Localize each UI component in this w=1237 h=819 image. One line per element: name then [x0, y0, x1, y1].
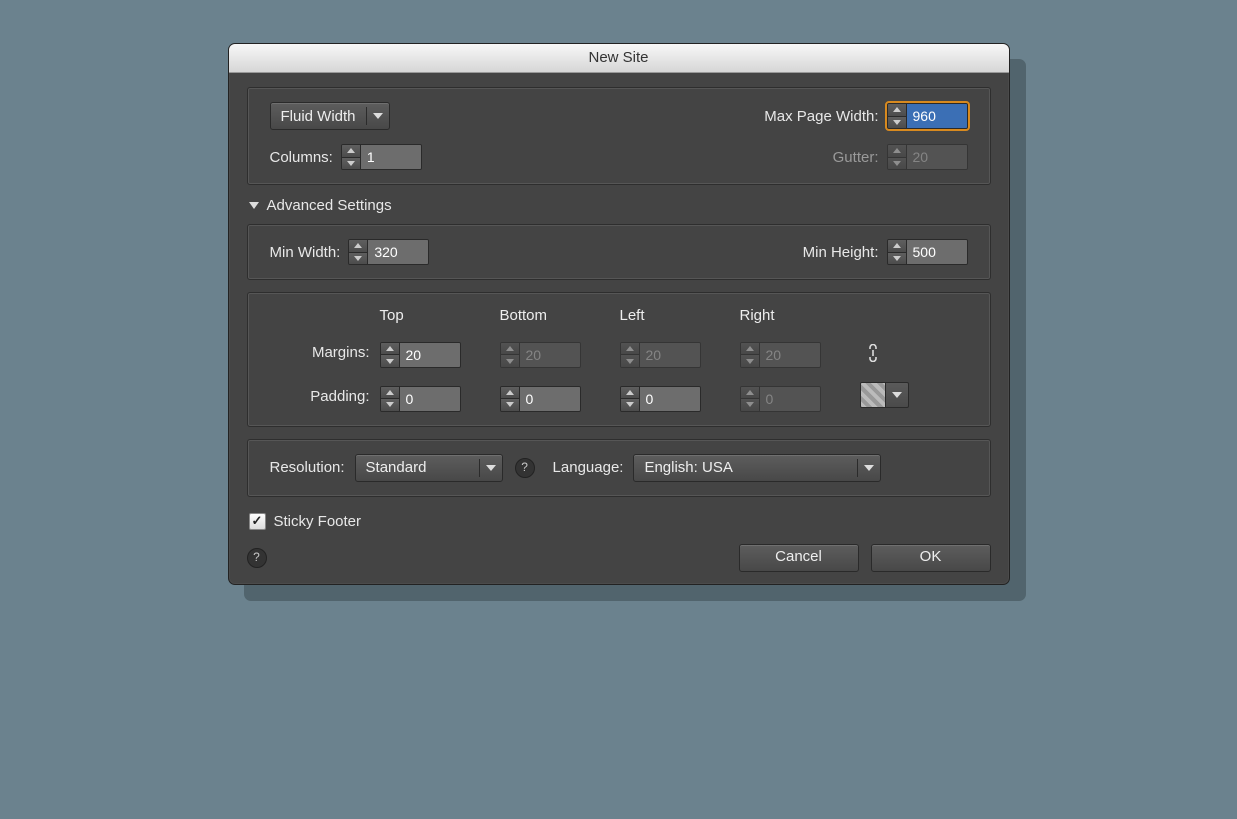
stepper-up-icon: [621, 343, 639, 355]
language-value: English: USA: [644, 459, 732, 476]
stepper-up-icon: [501, 343, 519, 355]
advanced-panel: Min Width: Min Height:: [247, 224, 991, 280]
ok-button[interactable]: OK: [871, 544, 991, 572]
new-site-dialog: New Site Fluid Width Max Page Width:: [228, 43, 1010, 585]
stepper-up-icon[interactable]: [888, 240, 906, 252]
stepper-up-icon: [741, 343, 759, 355]
min-width-input[interactable]: [368, 240, 428, 264]
padding-right-stepper: [740, 386, 821, 412]
padding-bottom-stepper[interactable]: [500, 386, 581, 412]
col-right: Right: [740, 307, 860, 324]
layout-panel: Fluid Width Max Page Width: Columns:: [247, 87, 991, 185]
divider: [479, 459, 480, 477]
padding-label: Padding:: [270, 388, 380, 405]
chevron-down-icon: [486, 465, 496, 471]
max-page-width-input[interactable]: [907, 104, 967, 128]
stepper-down-icon[interactable]: [501, 398, 519, 411]
stepper-down-icon: [621, 354, 639, 367]
advanced-settings-toggle[interactable]: Advanced Settings: [249, 197, 991, 214]
col-top: Top: [380, 307, 500, 324]
padding-top-stepper[interactable]: [380, 386, 461, 412]
col-bottom: Bottom: [500, 307, 620, 324]
dialog-help-icon[interactable]: ?: [247, 548, 267, 568]
width-mode-dropdown[interactable]: Fluid Width: [270, 102, 390, 130]
divider: [366, 107, 367, 125]
margin-right-stepper: [740, 342, 821, 368]
stepper-up-icon[interactable]: [621, 387, 639, 399]
min-height-input[interactable]: [907, 240, 967, 264]
chevron-down-icon: [373, 113, 383, 119]
sticky-footer-label: Sticky Footer: [274, 513, 362, 530]
margin-bottom-input: [520, 343, 580, 367]
stepper-up-icon: [741, 387, 759, 399]
stepper-down-icon[interactable]: [381, 354, 399, 367]
col-left: Left: [620, 307, 740, 324]
sticky-footer-checkbox[interactable]: ✓ Sticky Footer: [249, 513, 362, 530]
stepper-up-icon[interactable]: [349, 240, 367, 252]
divider: [857, 459, 858, 477]
max-page-width-stepper[interactable]: [887, 103, 968, 129]
gutter-stepper: [887, 144, 968, 170]
link-margins-icon[interactable]: [860, 340, 886, 366]
columns-stepper[interactable]: [341, 144, 422, 170]
min-height-label: Min Height:: [803, 244, 879, 261]
padding-left-stepper[interactable]: [620, 386, 701, 412]
margin-top-stepper[interactable]: [380, 342, 461, 368]
language-dropdown[interactable]: English: USA: [633, 454, 881, 482]
resolution-label: Resolution:: [270, 459, 345, 476]
margin-bottom-stepper: [500, 342, 581, 368]
padding-right-input: [760, 387, 820, 411]
columns-input[interactable]: [361, 145, 421, 169]
margins-label: Margins:: [270, 344, 380, 361]
margins-panel: Top Bottom Left Right Margins: Padding:: [247, 292, 991, 427]
gutter-label: Gutter:: [833, 149, 879, 166]
chevron-down-icon: [864, 465, 874, 471]
padding-left-input[interactable]: [640, 387, 700, 411]
stepper-up-icon[interactable]: [342, 145, 360, 157]
width-mode-value: Fluid Width: [281, 108, 356, 125]
resolution-help-icon[interactable]: ?: [515, 458, 535, 478]
padding-top-input[interactable]: [400, 387, 460, 411]
stepper-down-icon[interactable]: [888, 116, 906, 129]
min-width-stepper[interactable]: [348, 239, 429, 265]
margin-left-stepper: [620, 342, 701, 368]
chevron-down-icon: [892, 392, 902, 398]
stepper-down-icon[interactable]: [621, 398, 639, 411]
padding-bottom-input[interactable]: [520, 387, 580, 411]
stepper-down-icon[interactable]: [381, 398, 399, 411]
stepper-down-icon: [741, 398, 759, 411]
stepper-up-icon[interactable]: [501, 387, 519, 399]
stepper-down-icon: [888, 157, 906, 170]
advanced-settings-label: Advanced Settings: [267, 197, 392, 214]
min-height-stepper[interactable]: [887, 239, 968, 265]
margin-right-input: [760, 343, 820, 367]
resolution-value: Standard: [366, 459, 427, 476]
dialog-title: New Site: [229, 44, 1009, 73]
resolution-dropdown[interactable]: Standard: [355, 454, 503, 482]
margin-left-input: [640, 343, 700, 367]
checkbox-icon: ✓: [249, 513, 266, 530]
swatch-icon: [861, 383, 886, 407]
stepper-down-icon[interactable]: [349, 252, 367, 265]
columns-label: Columns:: [270, 149, 333, 166]
stepper-down-icon: [501, 354, 519, 367]
stepper-up-icon[interactable]: [381, 387, 399, 399]
stepper-down-icon[interactable]: [342, 157, 360, 170]
stepper-up-icon[interactable]: [381, 343, 399, 355]
stepper-up-icon: [888, 145, 906, 157]
min-width-label: Min Width:: [270, 244, 341, 261]
padding-fill-dropdown[interactable]: [860, 382, 909, 408]
stepper-up-icon[interactable]: [888, 104, 906, 116]
locale-panel: Resolution: Standard ? Language: English…: [247, 439, 991, 497]
language-label: Language:: [553, 459, 624, 476]
max-page-width-label: Max Page Width:: [764, 108, 878, 125]
margin-top-input[interactable]: [400, 343, 460, 367]
stepper-down-icon[interactable]: [888, 252, 906, 265]
triangle-down-icon: [249, 202, 259, 209]
cancel-button[interactable]: Cancel: [739, 544, 859, 572]
stepper-down-icon: [741, 354, 759, 367]
gutter-input: [907, 145, 967, 169]
